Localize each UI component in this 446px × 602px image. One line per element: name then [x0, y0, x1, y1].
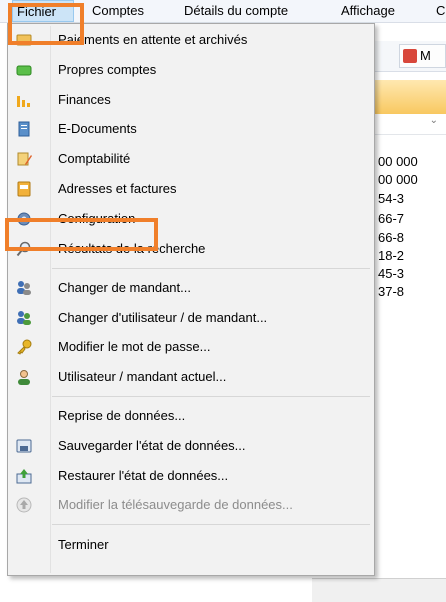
menu-item-e-documents[interactable]: E-Documents [10, 115, 372, 143]
menu-item-utilisateur-actuel[interactable]: Utilisateur / mandant actuel... [10, 363, 372, 391]
fichier-dropdown-menu: Paiements en attente et archivés Propres… [7, 23, 375, 576]
change-user-icon [17, 311, 31, 325]
payments-icon [16, 34, 32, 46]
address-book-icon [17, 181, 31, 197]
menu-item-modifier-mot-de-passe[interactable]: Modifier le mot de passe... [10, 333, 372, 361]
menu-item-label: Comptabilité [58, 151, 131, 166]
accounting-pencil-icon [17, 152, 32, 166]
table-row[interactable]: 54-3 [378, 190, 404, 208]
menu-item-label: Restaurer l'état de données... [58, 468, 229, 483]
menu-item-restaurer-etat[interactable]: Restaurer l'état de données... [10, 462, 372, 490]
background-toolbar-button-label: M [420, 48, 431, 63]
menu-item-terminer[interactable]: Terminer [10, 531, 372, 559]
menu-item-finances[interactable]: Finances [10, 86, 372, 114]
menu-item-label: Sauvegarder l'état de données... [58, 438, 246, 453]
table-row[interactable]: 45-3 [378, 265, 404, 283]
menu-item-changer-utilisateur[interactable]: Changer d'utilisateur / de mandant... [10, 304, 372, 332]
finance-chart-icon [17, 96, 30, 107]
background-toolbar-button[interactable]: M [399, 44, 446, 68]
menu-c[interactable]: C [436, 0, 445, 22]
menu-item-label: Adresses et factures [58, 181, 177, 196]
menu-affichage[interactable]: Affichage [341, 0, 395, 22]
table-row[interactable]: 66-7 [378, 210, 404, 228]
save-icon [16, 439, 32, 453]
document-icon [403, 49, 417, 63]
menu-item-resultats-recherche[interactable]: Résultats de la recherche [10, 235, 372, 263]
upload-arrow-icon [16, 497, 32, 513]
table-row[interactable]: 66-8 [378, 229, 404, 247]
table-row[interactable]: 37-8 [378, 283, 404, 301]
menu-bar: Fichier Comptes Détails du compte Affich… [0, 0, 446, 23]
menu-item-label: Modifier la télésauvegarde de données... [58, 497, 293, 512]
menu-item-label: Configuration [58, 211, 136, 226]
menu-item-changer-mandant[interactable]: Changer de mandant... [10, 274, 372, 302]
menu-item-adresses-factures[interactable]: Adresses et factures [10, 175, 372, 203]
restore-icon [16, 469, 32, 484]
menu-item-label: Reprise de données... [58, 408, 186, 423]
table-row[interactable]: 00 000 [378, 171, 418, 189]
menu-separator [52, 268, 370, 269]
menu-item-sauvegarder-etat[interactable]: Sauvegarder l'état de données... [10, 432, 372, 460]
gear-icon [17, 212, 31, 226]
menu-separator [52, 524, 370, 525]
chevron-down-icon: ⌄ [429, 115, 438, 126]
menu-item-label: Changer de mandant... [58, 280, 191, 295]
background-status-area [312, 578, 446, 602]
e-documents-icon [18, 121, 30, 137]
menu-item-label: E-Documents [58, 121, 137, 136]
menu-item-modifier-telesauvegarde[interactable]: Modifier la télésauvegarde de données... [10, 491, 372, 519]
menu-details-du-compte[interactable]: Détails du compte [184, 0, 288, 22]
menu-item-propres-comptes[interactable]: Propres comptes [10, 56, 372, 84]
menu-fichier[interactable]: Fichier [12, 0, 74, 22]
menu-separator [52, 396, 370, 397]
menu-item-label: Terminer [58, 537, 109, 552]
menu-item-label: Résultats de la recherche [58, 241, 206, 256]
menu-item-label: Paiements en attente et archivés [58, 32, 248, 47]
search-icon [16, 241, 31, 257]
menu-item-paiements[interactable]: Paiements en attente et archivés [10, 26, 372, 54]
user-icon [18, 370, 30, 385]
menu-item-label: Finances [58, 92, 111, 107]
table-row[interactable]: 18-2 [378, 247, 404, 265]
menu-item-configuration[interactable]: Configuration [10, 205, 372, 233]
key-icon [17, 339, 32, 355]
background-column-header[interactable]: ⌄ [375, 114, 446, 135]
menu-item-label: Propres comptes [58, 62, 157, 77]
menu-item-label: Utilisateur / mandant actuel... [58, 369, 227, 384]
menu-item-reprise-donnees[interactable]: Reprise de données... [10, 402, 372, 430]
switch-users-icon [17, 281, 31, 295]
menu-item-comptabilite[interactable]: Comptabilité [10, 145, 372, 173]
accounts-icon [16, 65, 32, 76]
menu-item-label: Modifier le mot de passe... [58, 339, 211, 354]
menu-comptes[interactable]: Comptes [92, 0, 144, 22]
background-header-bar [375, 80, 446, 115]
menu-item-label: Changer d'utilisateur / de mandant... [58, 310, 268, 325]
table-row[interactable]: 00 000 [378, 153, 418, 171]
